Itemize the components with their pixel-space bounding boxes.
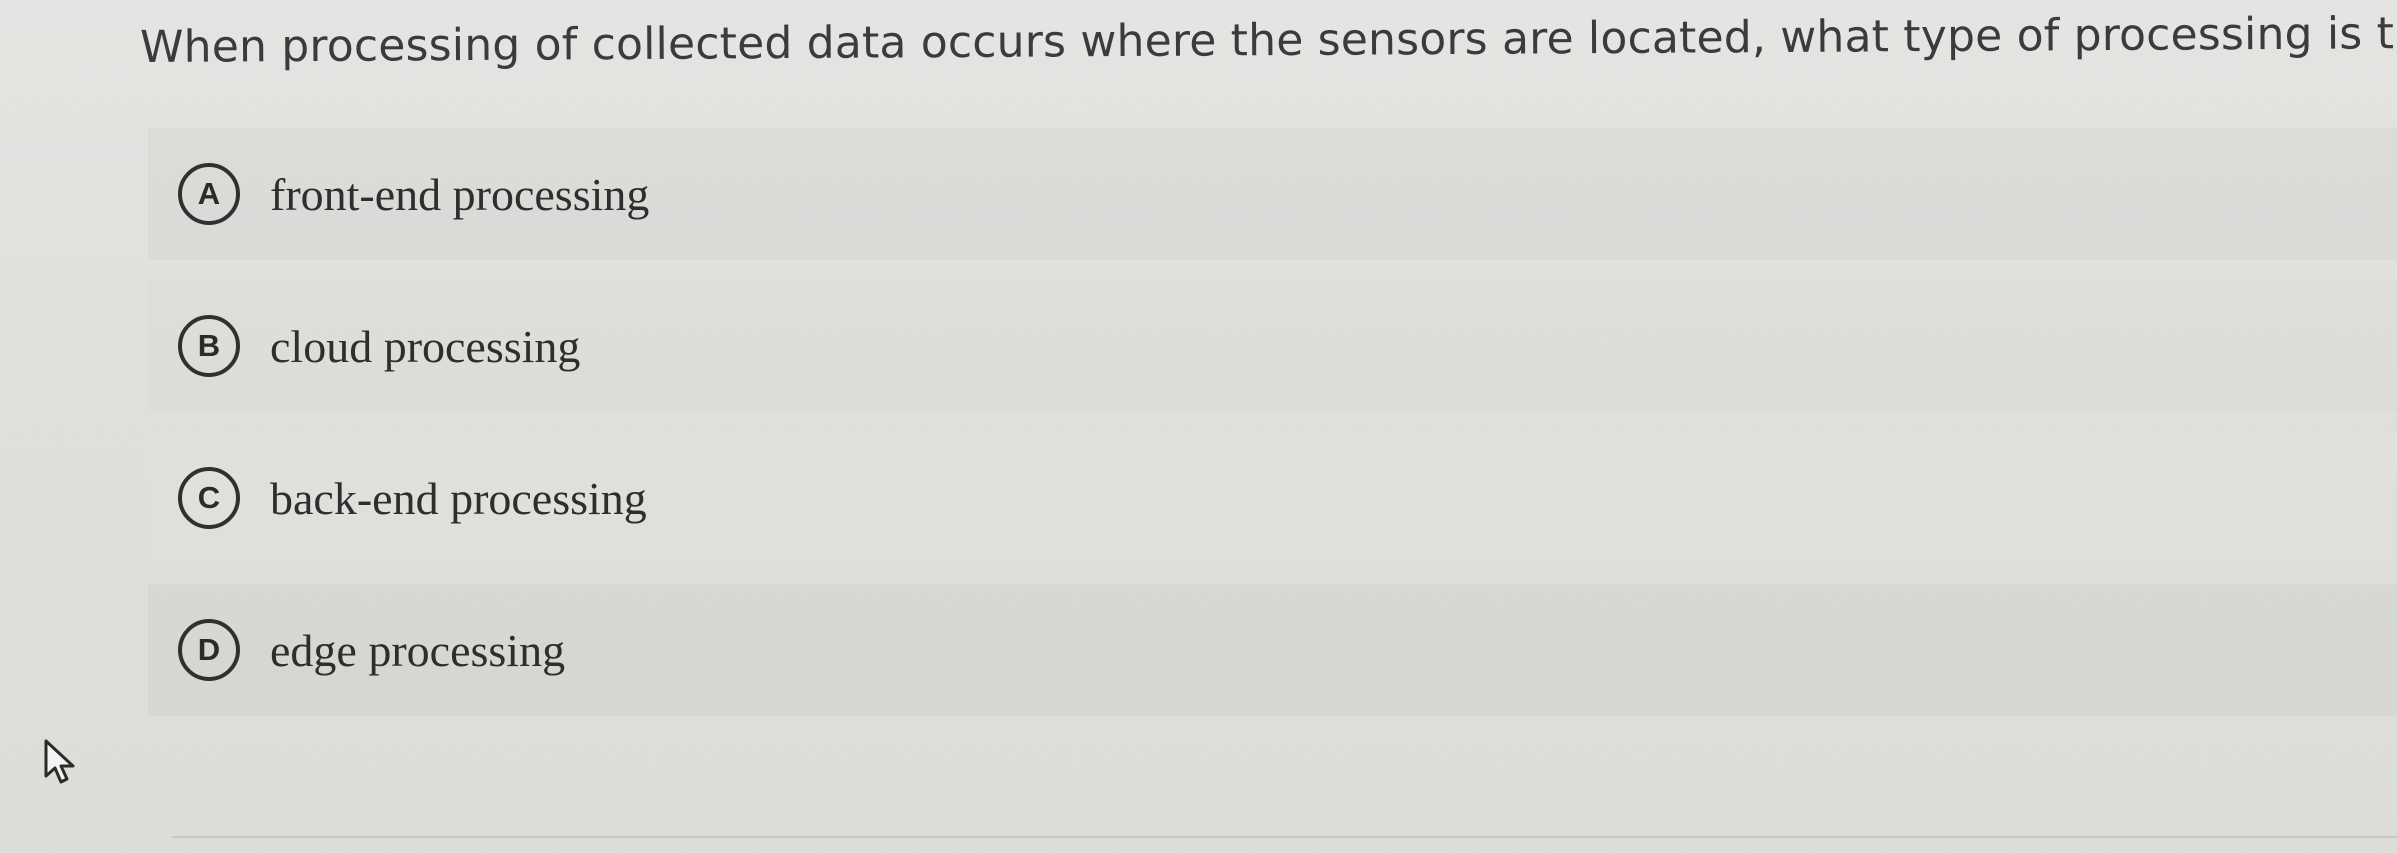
option-c-letter-badge: C (178, 467, 240, 529)
option-a-letter-badge: A (178, 163, 240, 225)
option-b[interactable]: B cloud processing (148, 280, 2397, 412)
option-b-label: cloud processing (270, 320, 581, 372)
option-c[interactable]: C back-end processing (148, 432, 2397, 564)
option-a[interactable]: A front-end processing (148, 128, 2397, 260)
bottom-divider (172, 836, 2397, 838)
option-d[interactable]: D edge processing (148, 584, 2397, 716)
mouse-pointer-icon (44, 739, 75, 784)
option-a-label: front-end processing (270, 168, 650, 220)
answer-options: A front-end processing B cloud processin… (148, 128, 2397, 736)
question-text: When processing of collected data occurs… (139, 7, 2397, 73)
option-c-label: back-end processing (270, 472, 647, 524)
option-d-letter-badge: D (178, 619, 240, 681)
option-d-label: edge processing (270, 624, 566, 676)
option-b-letter-badge: B (178, 315, 240, 377)
